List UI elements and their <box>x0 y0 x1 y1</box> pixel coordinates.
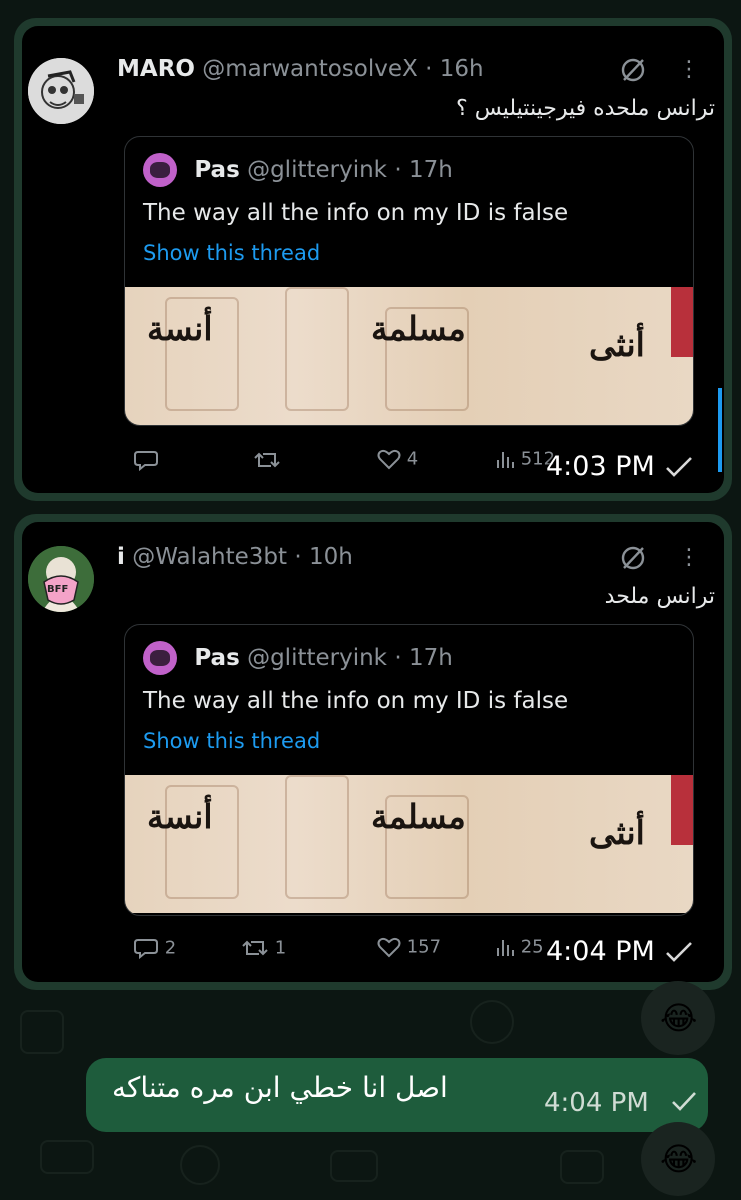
image-figure <box>285 775 349 899</box>
avatar <box>28 58 94 124</box>
message-text: اصل انا خطي ابن مره متناكه <box>112 1071 448 1104</box>
grok-icon <box>621 546 645 570</box>
id-card-image: أنثى مسلمة أنسة <box>125 287 693 425</box>
quote-author: Pas @glitteryink · 17h <box>143 641 453 675</box>
message-time: 4:04 PM <box>544 1088 649 1118</box>
views-icon <box>497 940 514 956</box>
image-word: أنثى <box>589 813 645 852</box>
reaction-badge[interactable]: 😂 <box>641 1122 715 1196</box>
retweet-action <box>253 448 281 472</box>
like-count: 157 <box>406 936 442 958</box>
scroll-indicator <box>718 388 722 472</box>
image-figure <box>285 287 349 411</box>
image-word: أنسة <box>147 309 213 348</box>
separator-dot: · <box>394 157 402 183</box>
quote-name: Pas <box>194 157 240 183</box>
more-icon: ⋮ <box>678 57 700 82</box>
heart-icon <box>377 937 401 958</box>
like-action: 157 <box>377 936 441 958</box>
author-name: i <box>117 544 125 570</box>
quote-text: The way all the info on my ID is false <box>143 688 569 714</box>
retweet-count: 1 <box>274 937 287 959</box>
quote-tweet: Pas @glitteryink · 17h The way all the i… <box>124 624 694 916</box>
wallpaper-doodle <box>470 1000 514 1044</box>
tweet-age: 10h <box>309 544 353 570</box>
sent-check-icon <box>666 457 692 477</box>
retweet-icon <box>254 452 280 468</box>
wallpaper-doodle <box>40 1140 94 1174</box>
reply-count: 2 <box>164 937 177 959</box>
reaction-badge[interactable]: 😂 <box>641 981 715 1055</box>
quote-age: 17h <box>408 645 453 671</box>
quote-handle: @glitteryink <box>247 645 387 671</box>
image-word: مسلمة <box>371 797 466 836</box>
like-action: 4 <box>377 448 418 470</box>
id-card-image: أنثى مسلمة أنسة <box>125 775 693 913</box>
separator-dot: · <box>425 56 433 82</box>
tweet-author: MARO @marwantosolveX · 16h <box>117 56 484 82</box>
laughing-emoji-icon: 😂 <box>660 999 698 1037</box>
show-thread-link: Show this thread <box>143 729 321 753</box>
avatar-photo-icon <box>28 546 94 612</box>
wallpaper-doodle <box>330 1150 378 1182</box>
retweet-icon <box>242 940 268 956</box>
avatar-badge: BFF <box>47 584 69 595</box>
sent-check-icon <box>666 942 692 962</box>
laughing-emoji-icon: 😂 <box>660 1140 698 1178</box>
reply-action <box>133 448 159 472</box>
grok-icon <box>621 58 645 82</box>
message-time: 4:04 PM <box>546 936 655 967</box>
sent-check-icon <box>672 1092 696 1111</box>
image-red-strip <box>671 287 693 357</box>
heart-icon <box>377 449 401 470</box>
quote-name: Pas <box>194 645 240 671</box>
show-thread-link: Show this thread <box>143 241 321 265</box>
quote-text: The way all the info on my ID is false <box>143 200 569 226</box>
retweet-action: 1 <box>241 936 286 960</box>
reply-icon <box>134 939 158 960</box>
quote-avatar <box>143 153 177 187</box>
separator-dot: · <box>394 645 402 671</box>
wallpaper-doodle <box>560 1150 604 1184</box>
quote-age: 17h <box>408 157 453 183</box>
wallpaper-doodle <box>180 1145 220 1185</box>
image-red-strip <box>671 775 693 845</box>
quote-author: Pas @glitteryink · 17h <box>143 153 453 187</box>
message-time: 4:03 PM <box>546 451 655 482</box>
image-word: أنسة <box>147 797 213 836</box>
tweet-text: ترانس ملحد <box>604 584 715 609</box>
reply-icon <box>134 451 158 472</box>
tweet-author: i @Walahte3bt · 10h <box>117 544 353 570</box>
more-icon: ⋮ <box>678 545 700 570</box>
wallpaper-doodle <box>20 1010 64 1054</box>
avatar-sketch-icon <box>28 58 94 124</box>
text-message[interactable]: اصل انا خطي ابن مره متناكه 4:04 PM <box>86 1058 708 1132</box>
tweet-age: 16h <box>439 56 484 82</box>
quote-tweet: Pas @glitteryink · 17h The way all the i… <box>124 136 694 426</box>
author-handle: @Walahte3bt <box>132 544 288 570</box>
image-word: مسلمة <box>371 309 466 348</box>
tweet-text: ترانس ملحده فيرجينتيليس ؟ <box>456 96 715 121</box>
reply-action: 2 <box>133 936 176 960</box>
author-handle: @marwantosolveX <box>202 56 418 82</box>
avatar: BFF <box>28 546 94 612</box>
quote-handle: @glitteryink <box>247 157 387 183</box>
like-count: 4 <box>406 448 419 470</box>
separator-dot: · <box>294 544 302 570</box>
quote-avatar <box>143 641 177 675</box>
views-action: 25 <box>495 936 544 958</box>
views-icon <box>497 452 514 468</box>
views-count: 25 <box>520 936 544 958</box>
image-word: أنثى <box>589 325 645 364</box>
author-name: MARO <box>117 56 195 82</box>
